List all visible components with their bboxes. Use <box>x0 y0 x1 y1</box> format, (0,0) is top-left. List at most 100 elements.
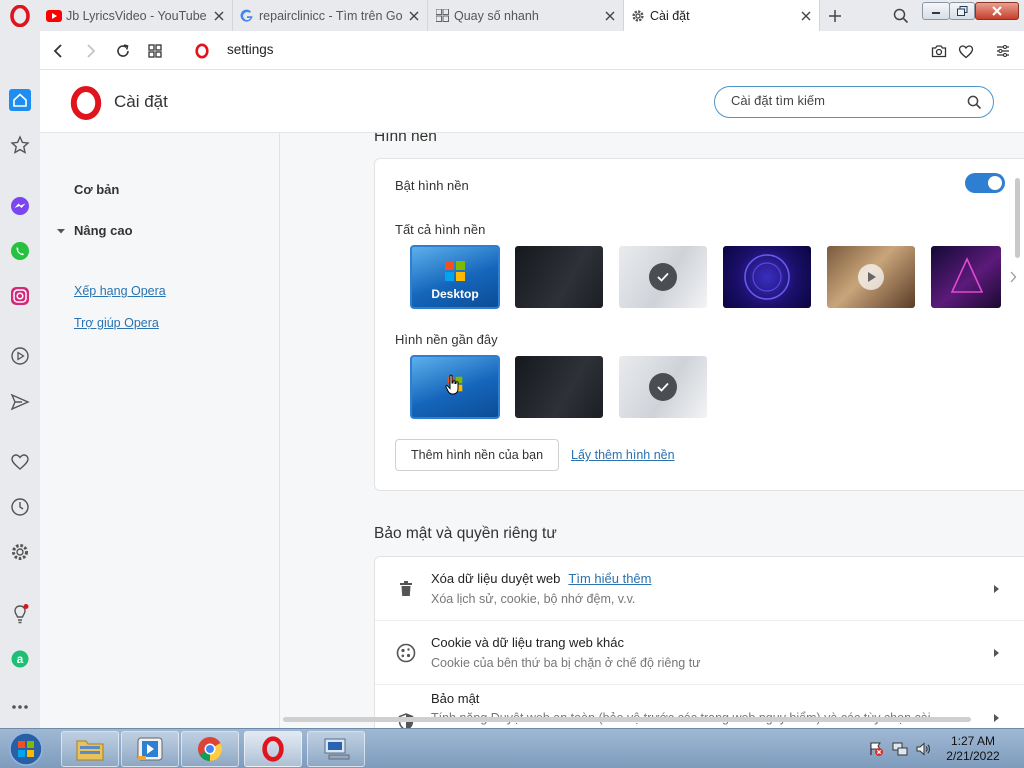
url-text[interactable]: settings <box>227 42 274 57</box>
recent-wallpaper-windows[interactable] <box>410 355 500 419</box>
tab-youtube[interactable]: Jb LyricsVideo - YouTube <box>40 0 233 31</box>
settings-main: Hình nền Bật hình nền Tất cả hình nền De… <box>280 133 1024 728</box>
sidebar-messenger[interactable] <box>8 194 32 218</box>
svg-text:a: a <box>17 652 24 666</box>
sidebar-bookmarks[interactable] <box>8 133 32 157</box>
action-center-flag-icon[interactable] <box>868 741 884 757</box>
opera-logo <box>70 86 102 120</box>
tab-google-search[interactable]: repairclinicc - Tìm trên Google <box>233 0 428 31</box>
sidebar-favorites[interactable] <box>8 450 32 474</box>
google-icon <box>239 8 255 24</box>
camera-icon <box>931 45 947 58</box>
taskbar-opera[interactable] <box>244 731 302 767</box>
folder-icon <box>76 740 104 761</box>
whatsapp-icon <box>11 242 29 260</box>
more-dots-icon <box>12 705 28 709</box>
search-icon <box>893 8 909 23</box>
back-button[interactable] <box>47 40 69 62</box>
sidebar-whatsapp[interactable] <box>8 239 32 263</box>
plus-icon <box>829 9 841 22</box>
close-window-button[interactable] <box>975 2 1019 20</box>
close-icon <box>992 6 1002 16</box>
get-more-wallpapers-link[interactable]: Lấy thêm hình nền <box>571 448 675 462</box>
nav-advanced[interactable]: Nâng cao <box>56 223 133 238</box>
cookies-row[interactable]: Cookie và dữ liệu trang web khác Cookie … <box>375 621 1024 685</box>
enable-wallpaper-toggle[interactable] <box>965 173 1005 193</box>
reload-button[interactable] <box>112 40 134 62</box>
close-tab-icon[interactable] <box>212 9 226 23</box>
volume-icon[interactable] <box>915 741 931 757</box>
arrow-right-icon <box>994 585 999 593</box>
restore-icon <box>956 6 967 16</box>
easy-setup-button[interactable] <box>992 40 1014 62</box>
system-clock[interactable]: 1:27 AM 2/21/2022 <box>940 734 1006 764</box>
tab-search-button[interactable] <box>888 0 914 31</box>
address-bar: settings <box>40 31 1024 70</box>
minimize-icon <box>932 12 940 14</box>
start-button[interactable] <box>4 731 48 767</box>
selected-check <box>649 263 677 291</box>
menu-icon <box>997 45 1009 57</box>
new-tab-button[interactable] <box>822 0 848 31</box>
arrow-right-icon <box>994 714 999 722</box>
nav-basic[interactable]: Cơ bản <box>74 182 119 197</box>
tab-speed-dial[interactable]: Quay số nhanh <box>428 0 624 31</box>
clock-icon <box>11 498 29 516</box>
wallpaper-thumb-light-waves[interactable] <box>619 246 707 308</box>
sidebar-flow[interactable] <box>8 390 32 414</box>
wallpaper-thumb-video[interactable] <box>827 246 915 308</box>
wallpaper-thumb-windows-desktop[interactable]: Desktop <box>410 245 500 309</box>
youtube-icon <box>46 8 62 24</box>
messenger-icon <box>11 197 29 215</box>
settings-search-input[interactable] <box>731 93 956 108</box>
rate-opera-link[interactable]: Xếp hạng Opera <box>74 284 166 298</box>
row-subtitle: Cookie của bên thứ ba bị chặn ở chế độ r… <box>431 656 701 670</box>
sidebar-history[interactable] <box>8 495 32 519</box>
tab-title: Quay số nhanh <box>454 8 539 23</box>
close-tab-icon[interactable] <box>799 9 813 23</box>
opera-menu-button[interactable] <box>0 0 40 31</box>
sidebar-settings[interactable] <box>8 540 32 564</box>
forward-button[interactable] <box>80 40 102 62</box>
instagram-icon <box>11 287 29 305</box>
wallpaper-thumb-purple-rings[interactable] <box>723 246 811 308</box>
cookie-icon <box>395 642 417 664</box>
tab-grid-button[interactable] <box>144 40 166 62</box>
close-tab-icon[interactable] <box>603 9 617 23</box>
wallpaper-thumb-neon-triangle[interactable] <box>931 246 1001 308</box>
add-to-favorites-button[interactable] <box>955 40 977 62</box>
sidebar-instagram[interactable] <box>8 284 32 308</box>
sidebar-more[interactable] <box>8 695 32 719</box>
restore-button[interactable] <box>949 2 975 20</box>
recent-wallpaper-dark-waves[interactable] <box>515 356 603 418</box>
opera-logo-icon <box>10 4 30 27</box>
horizontal-scrollbar[interactable] <box>283 717 971 722</box>
recent-wallpaper-light-waves[interactable] <box>619 356 707 418</box>
tab-title: repairclinicc - Tìm trên Google <box>259 8 403 23</box>
star-icon <box>10 135 30 154</box>
sidebar-aria[interactable]: a <box>8 647 32 671</box>
taskbar-media-player[interactable] <box>121 731 179 767</box>
close-tab-icon[interactable] <box>407 9 421 23</box>
sidebar-home[interactable] <box>8 88 32 112</box>
clear-browsing-data-row[interactable]: Xóa dữ liệu duyệt web Tìm hiểu thêm Xóa l… <box>375 557 1024 621</box>
tab-strip: Jb LyricsVideo - YouTube repairclinicc -… <box>0 0 1024 31</box>
settings-search[interactable] <box>714 86 994 118</box>
tab-settings[interactable]: Cài đặt <box>624 0 820 31</box>
wallpaper-thumb-dark-waves[interactable] <box>515 246 603 308</box>
opera-help-link[interactable]: Trợ giúp Opera <box>74 316 159 330</box>
snapshot-button[interactable] <box>928 40 950 62</box>
learn-more-link[interactable]: Tìm hiểu thêm <box>568 571 651 586</box>
taskbar-network-app[interactable] <box>307 731 365 767</box>
chevron-right-icon[interactable] <box>1009 271 1017 283</box>
sidebar-player[interactable] <box>8 344 32 368</box>
sidebar-tips[interactable] <box>8 602 32 626</box>
taskbar-chrome[interactable] <box>181 731 239 767</box>
add-wallpaper-button[interactable]: Thêm hình nền của bạn <box>395 439 560 471</box>
vertical-scrollbar[interactable] <box>1015 178 1020 258</box>
taskbar-explorer[interactable] <box>61 731 119 767</box>
back-arrow-icon <box>53 44 62 58</box>
minimize-button[interactable] <box>922 2 950 20</box>
network-icon[interactable] <box>892 741 908 757</box>
search-icon[interactable] <box>967 95 982 110</box>
